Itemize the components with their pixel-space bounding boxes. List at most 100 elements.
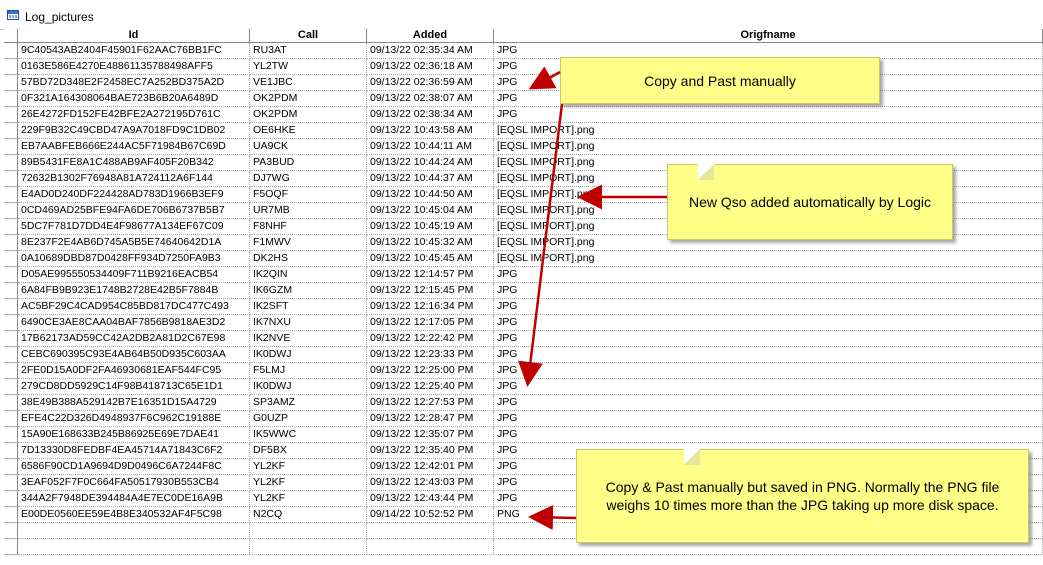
- cell-call[interactable]: IK6GZM: [250, 283, 367, 299]
- cell-added[interactable]: [367, 539, 494, 555]
- cell-added[interactable]: 09/13/22 12:15:45 PM: [367, 283, 494, 299]
- row-selector[interactable]: [4, 235, 18, 251]
- cell-call[interactable]: F5OQF: [250, 187, 367, 203]
- cell-origfname[interactable]: JPG: [494, 427, 1043, 443]
- cell-added[interactable]: 09/13/22 10:44:50 AM: [367, 187, 494, 203]
- row-selector[interactable]: [4, 75, 18, 91]
- cell-id[interactable]: D05AE995550534409F711B9216EACB54: [18, 267, 250, 283]
- cell-call[interactable]: IK0DWJ: [250, 379, 367, 395]
- cell-added[interactable]: [367, 523, 494, 539]
- cell-id[interactable]: E4AD0D240DF224428AD783D1966B3EF9: [18, 187, 250, 203]
- cell-id[interactable]: [18, 523, 250, 539]
- cell-added[interactable]: 09/13/22 12:17:05 PM: [367, 315, 494, 331]
- cell-call[interactable]: IK2SFT: [250, 299, 367, 315]
- cell-call[interactable]: F5LMJ: [250, 363, 367, 379]
- row-selector[interactable]: [4, 491, 18, 507]
- cell-added[interactable]: 09/13/22 12:43:44 PM: [367, 491, 494, 507]
- cell-call[interactable]: IK0DWJ: [250, 347, 367, 363]
- cell-added[interactable]: 09/13/22 10:45:04 AM: [367, 203, 494, 219]
- cell-added[interactable]: 09/13/22 02:38:07 AM: [367, 91, 494, 107]
- row-selector[interactable]: [4, 219, 18, 235]
- cell-call[interactable]: OK2PDM: [250, 107, 367, 123]
- cell-call[interactable]: [250, 523, 367, 539]
- cell-call[interactable]: RU3AT: [250, 43, 367, 59]
- cell-added[interactable]: 09/13/22 12:25:40 PM: [367, 379, 494, 395]
- cell-id[interactable]: 8E237F2E4AB6D745A5B5E74640642D1A: [18, 235, 250, 251]
- cell-added[interactable]: 09/13/22 02:38:34 AM: [367, 107, 494, 123]
- cell-added[interactable]: 09/13/22 12:23:33 PM: [367, 347, 494, 363]
- row-selector[interactable]: [4, 123, 18, 139]
- cell-call[interactable]: IK2NVE: [250, 331, 367, 347]
- row-selector[interactable]: [4, 203, 18, 219]
- column-header-added[interactable]: Added: [367, 29, 494, 43]
- cell-call[interactable]: VE1JBC: [250, 75, 367, 91]
- cell-id[interactable]: 7D13330D8FEDBF4EA45714A71843C6F2: [18, 443, 250, 459]
- row-selector[interactable]: [4, 107, 18, 123]
- cell-id[interactable]: 0163E586E4270E48861135788498AFF5: [18, 59, 250, 75]
- row-selector[interactable]: [4, 155, 18, 171]
- row-selector[interactable]: [4, 459, 18, 475]
- cell-call[interactable]: UA9CK: [250, 139, 367, 155]
- cell-origfname[interactable]: JPG: [494, 331, 1043, 347]
- cell-origfname[interactable]: JPG: [494, 395, 1043, 411]
- cell-added[interactable]: 09/13/22 10:45:45 AM: [367, 251, 494, 267]
- column-header-call[interactable]: Call: [250, 29, 367, 43]
- cell-call[interactable]: F1MWV: [250, 235, 367, 251]
- cell-added[interactable]: 09/13/22 02:35:34 AM: [367, 43, 494, 59]
- cell-added[interactable]: 09/13/22 12:35:40 PM: [367, 443, 494, 459]
- row-selector[interactable]: [4, 187, 18, 203]
- cell-origfname[interactable]: [EQSL IMPORT].png: [494, 139, 1043, 155]
- cell-added[interactable]: 09/13/22 12:35:07 PM: [367, 427, 494, 443]
- row-selector[interactable]: [4, 331, 18, 347]
- row-selector[interactable]: [4, 43, 18, 59]
- cell-id[interactable]: [18, 539, 250, 555]
- row-selector[interactable]: [4, 395, 18, 411]
- cell-id[interactable]: 26E4272FD152FE42BFE2A272195D761C: [18, 107, 250, 123]
- cell-added[interactable]: 09/13/22 10:43:58 AM: [367, 123, 494, 139]
- row-selector[interactable]: [4, 299, 18, 315]
- row-selector[interactable]: [4, 523, 18, 539]
- cell-added[interactable]: 09/13/22 10:44:24 AM: [367, 155, 494, 171]
- column-header-id[interactable]: Id: [18, 29, 250, 43]
- cell-id[interactable]: 344A2F7948DE394484A4E7EC0DE16A9B: [18, 491, 250, 507]
- cell-added[interactable]: 09/13/22 12:25:00 PM: [367, 363, 494, 379]
- cell-origfname[interactable]: JPG: [494, 363, 1043, 379]
- cell-added[interactable]: 09/14/22 10:52:52 PM: [367, 507, 494, 523]
- cell-call[interactable]: YL2KF: [250, 475, 367, 491]
- cell-call[interactable]: PA3BUD: [250, 155, 367, 171]
- cell-id[interactable]: 6490CE3AE8CAA04BAF7856B9818AE3D2: [18, 315, 250, 331]
- cell-call[interactable]: IK7NXU: [250, 315, 367, 331]
- row-selector[interactable]: [4, 379, 18, 395]
- cell-added[interactable]: 09/13/22 12:16:34 PM: [367, 299, 494, 315]
- cell-origfname[interactable]: JPG: [494, 283, 1043, 299]
- cell-id[interactable]: EFE4C22D326D4948937F6C962C19188E: [18, 411, 250, 427]
- cell-call[interactable]: N2CQ: [250, 507, 367, 523]
- cell-id[interactable]: 279CD8DD5929C14F98B418713C65E1D1: [18, 379, 250, 395]
- cell-origfname[interactable]: JPG: [494, 107, 1043, 123]
- row-selector[interactable]: [4, 139, 18, 155]
- cell-call[interactable]: OE6HKE: [250, 123, 367, 139]
- cell-id[interactable]: 6586F90CD1A9694D9D0496C6A7244F8C: [18, 459, 250, 475]
- cell-origfname[interactable]: JPG: [494, 411, 1043, 427]
- cell-id[interactable]: 0CD469AD25BFE94FA6DE706B6737B5B7: [18, 203, 250, 219]
- row-selector[interactable]: [4, 171, 18, 187]
- row-selector[interactable]: [4, 443, 18, 459]
- cell-origfname[interactable]: JPG: [494, 347, 1043, 363]
- cell-added[interactable]: 09/13/22 12:14:57 PM: [367, 267, 494, 283]
- row-selector[interactable]: [4, 475, 18, 491]
- cell-id[interactable]: 38E49B388A529142B7E16351D15A4729: [18, 395, 250, 411]
- cell-id[interactable]: CEBC690395C93E4AB64B50D935C603AA: [18, 347, 250, 363]
- row-selector[interactable]: [4, 507, 18, 523]
- cell-call[interactable]: DF5BX: [250, 443, 367, 459]
- cell-origfname[interactable]: JPG: [494, 267, 1043, 283]
- cell-call[interactable]: F8NHF: [250, 219, 367, 235]
- cell-id[interactable]: 229F9B32C49CBD47A9A7018FD9C1DB02: [18, 123, 250, 139]
- cell-id[interactable]: E00DE0560EE59E4B8E340532AF4F5C98: [18, 507, 250, 523]
- cell-added[interactable]: 09/13/22 02:36:18 AM: [367, 59, 494, 75]
- cell-call[interactable]: DJ7WG: [250, 171, 367, 187]
- cell-id[interactable]: 15A90E168633B245B86925E69E7DAE41: [18, 427, 250, 443]
- cell-call[interactable]: IK2QIN: [250, 267, 367, 283]
- cell-id[interactable]: 2FE0D15A0DF2FA46930681EAF544FC95: [18, 363, 250, 379]
- cell-call[interactable]: YL2TW: [250, 59, 367, 75]
- cell-id[interactable]: 6A84FB9B923E1748B2728E42B5F7884B: [18, 283, 250, 299]
